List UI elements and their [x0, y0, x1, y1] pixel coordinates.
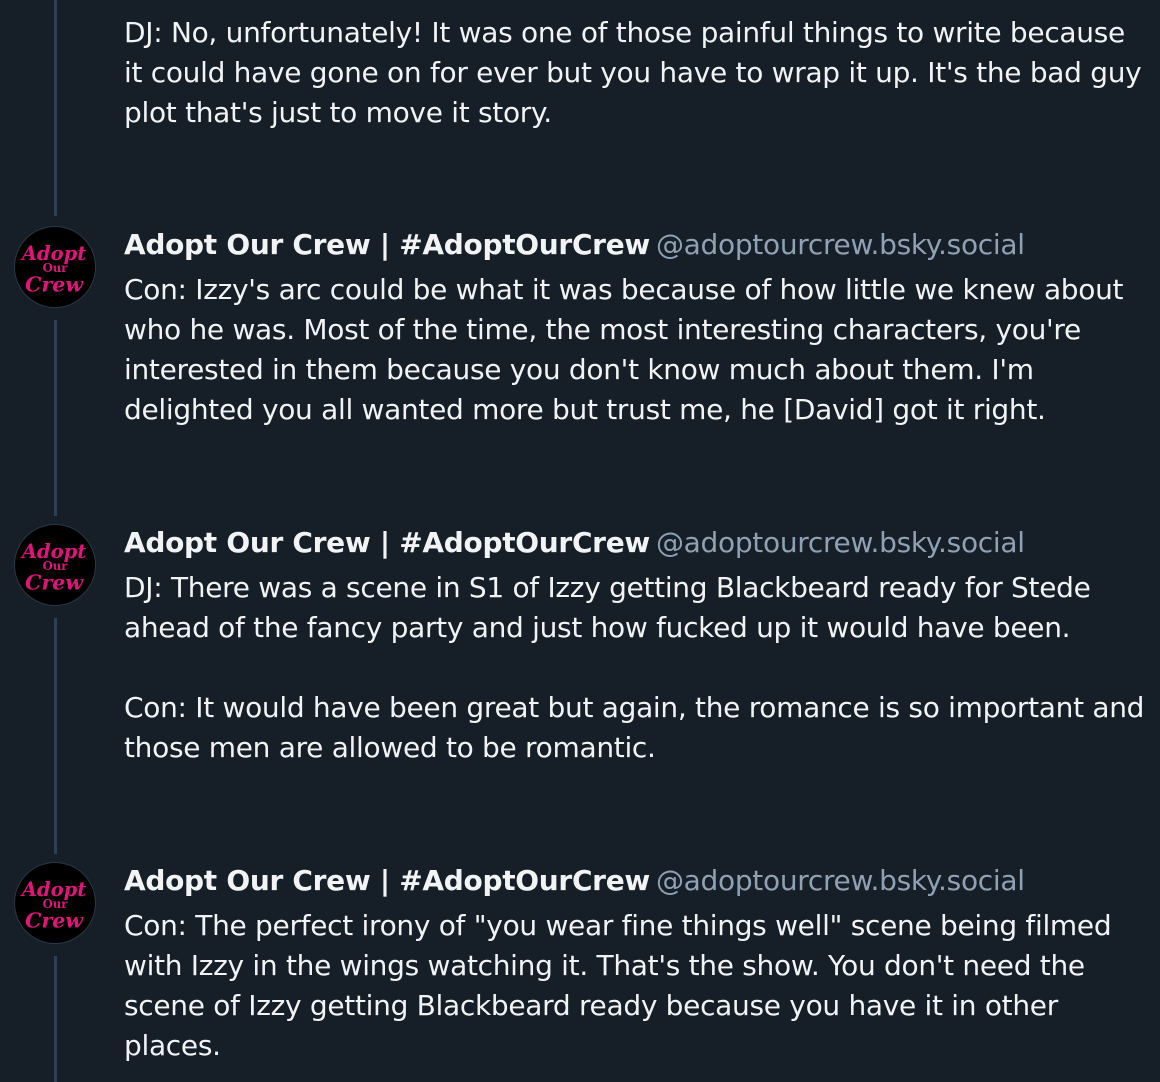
avatar-logo: Adopt Our Crew	[20, 540, 86, 594]
author-display-name[interactable]: Adopt Our Crew | #AdoptOurCrew	[124, 526, 650, 559]
avatar-logo: Adopt Our Crew	[20, 242, 86, 296]
avatar-logo: Adopt Our Crew	[20, 878, 86, 932]
post-text: DJ: No, unfortunately! It was one of tho…	[124, 16, 1151, 129]
thread-line	[54, 956, 57, 1082]
svg-text:Crew: Crew	[25, 570, 84, 594]
post-text: DJ: There was a scene in S1 of Izzy gett…	[124, 571, 1145, 764]
author-display-name[interactable]: Adopt Our Crew | #AdoptOurCrew	[124, 864, 650, 897]
author-handle[interactable]: @adoptourcrew.bsky.social	[656, 864, 1025, 897]
post-text: Con: The perfect irony of "you wear fine…	[124, 909, 1120, 1062]
post-header: Adopt Our Crew | #AdoptOurCrew @adoptourc…	[124, 523, 1025, 563]
post-text: Con: Izzy's arc could be what it was bec…	[124, 273, 1132, 426]
thread-line	[54, 618, 57, 854]
post-header: Adopt Our Crew | #AdoptOurCrew @adoptourc…	[124, 861, 1025, 901]
avatar[interactable]: Adopt Our Crew	[14, 524, 96, 606]
avatar[interactable]: Adopt Our Crew	[14, 862, 96, 944]
author-display-name[interactable]: Adopt Our Crew | #AdoptOurCrew	[124, 228, 650, 261]
thread-line	[54, 320, 57, 516]
svg-text:Crew: Crew	[25, 272, 84, 296]
author-handle[interactable]: @adoptourcrew.bsky.social	[656, 526, 1025, 559]
thread-line	[54, 0, 57, 216]
author-handle[interactable]: @adoptourcrew.bsky.social	[656, 228, 1025, 261]
svg-text:Crew: Crew	[25, 908, 84, 932]
avatar[interactable]: Adopt Our Crew	[14, 226, 96, 308]
post-header: Adopt Our Crew | #AdoptOurCrew @adoptourc…	[124, 225, 1025, 265]
